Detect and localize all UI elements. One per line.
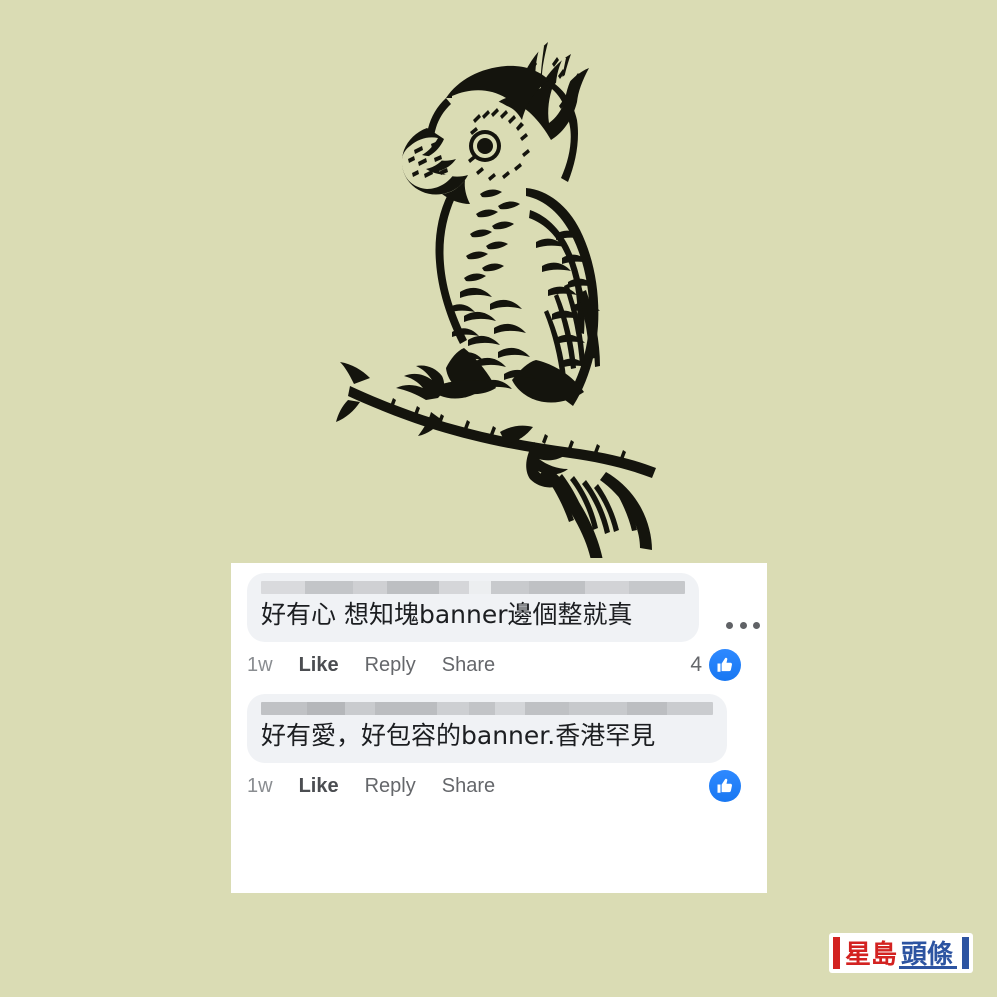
thumbs-up-icon [709, 649, 741, 681]
like-button[interactable]: Like [299, 775, 339, 798]
comment-item: 好有愛，好包容的banner.香港罕見 1w Like Reply Share [231, 688, 767, 809]
cockatoo-illustration [330, 28, 680, 558]
comment-timestamp: 1w [247, 774, 273, 797]
kebab-dot [753, 621, 760, 629]
redacted-author-name [261, 702, 713, 715]
screenshot-canvas: 好有心 想知塊banner邊個整就真 1w Like Reply Share 4 [0, 0, 997, 997]
comment-text: 好有心 想知塊banner邊個整就真 [261, 600, 633, 629]
kebab-menu-icon[interactable] [726, 618, 760, 632]
comment-text: 好有愛，好包容的banner.香港罕見 [261, 721, 656, 750]
sing-tao-headline-logo: 星島 頭條 [827, 930, 975, 978]
comment-actions: 1w Like Reply Share [231, 763, 767, 809]
comment-bubble: 好有心 想知塊banner邊個整就真 [247, 573, 699, 642]
reply-button[interactable]: Reply [365, 654, 416, 677]
comment-actions: 1w Like Reply Share 4 [231, 642, 767, 688]
share-button[interactable]: Share [442, 654, 495, 677]
reaction-summary[interactable] [702, 770, 767, 802]
kebab-dot [739, 621, 747, 629]
kebab-dot [726, 621, 733, 629]
facebook-comment-card: 好有心 想知塊banner邊個整就真 1w Like Reply Share 4 [231, 563, 767, 893]
share-button[interactable]: Share [442, 775, 495, 798]
logo-text-red: 星島 [845, 940, 897, 970]
redacted-author-name [261, 581, 685, 594]
thumbs-up-icon [709, 770, 741, 802]
reaction-summary[interactable]: 4 [690, 649, 767, 681]
comment-bubble: 好有愛，好包容的banner.香港罕見 [247, 694, 727, 763]
reaction-count: 4 [690, 653, 702, 676]
logo-text-blue: 頭條 [901, 940, 953, 970]
comment-item: 好有心 想知塊banner邊個整就真 1w Like Reply Share 4 [231, 563, 767, 688]
reply-button[interactable]: Reply [365, 775, 416, 798]
comment-timestamp: 1w [247, 653, 273, 676]
like-button[interactable]: Like [299, 654, 339, 677]
